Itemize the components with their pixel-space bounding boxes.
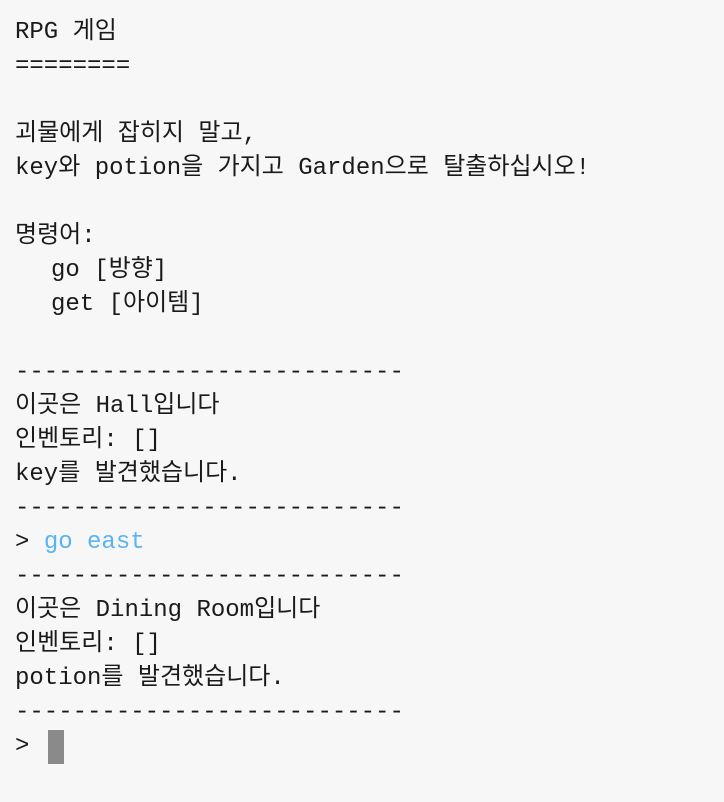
command-input-line[interactable]: > xyxy=(15,730,710,764)
separator: --------------------------- xyxy=(15,495,404,522)
intro-line-2: key와 potion을 가지고 Garden으로 탈출하십시오! xyxy=(15,155,591,182)
separator: --------------------------- xyxy=(15,563,404,590)
terminal-window[interactable]: RPG 게임 ======== 괴물에게 잡히지 말고, key와 potion… xyxy=(0,0,724,802)
intro-line-1: 괴물에게 잡히지 말고, xyxy=(15,121,257,148)
found-item-text: key를 발견했습니다. xyxy=(15,461,242,488)
commands-header: 명령어: xyxy=(15,223,96,250)
prompt-symbol: > xyxy=(15,733,44,760)
location-text: 이곳은 Dining Room입니다 xyxy=(15,597,321,624)
found-item-text: potion를 발견했습니다. xyxy=(15,665,285,692)
entered-command: go east xyxy=(43,529,145,556)
inventory-text: 인벤토리: [] xyxy=(15,427,161,454)
command-history-line: > go east xyxy=(15,526,710,560)
separator: --------------------------- xyxy=(15,699,404,726)
text-cursor[interactable] xyxy=(47,730,64,764)
location-text: 이곳은 Hall입니다 xyxy=(15,393,220,420)
separator: --------------------------- xyxy=(15,359,404,386)
title-underline: ======== xyxy=(15,53,131,80)
game-title: RPG 게임 xyxy=(15,19,117,46)
command-go: go [방향] xyxy=(51,257,168,284)
prompt-symbol: > xyxy=(15,529,44,556)
inventory-text: 인벤토리: [] xyxy=(15,631,161,658)
command-get: get [아이템] xyxy=(51,291,204,318)
